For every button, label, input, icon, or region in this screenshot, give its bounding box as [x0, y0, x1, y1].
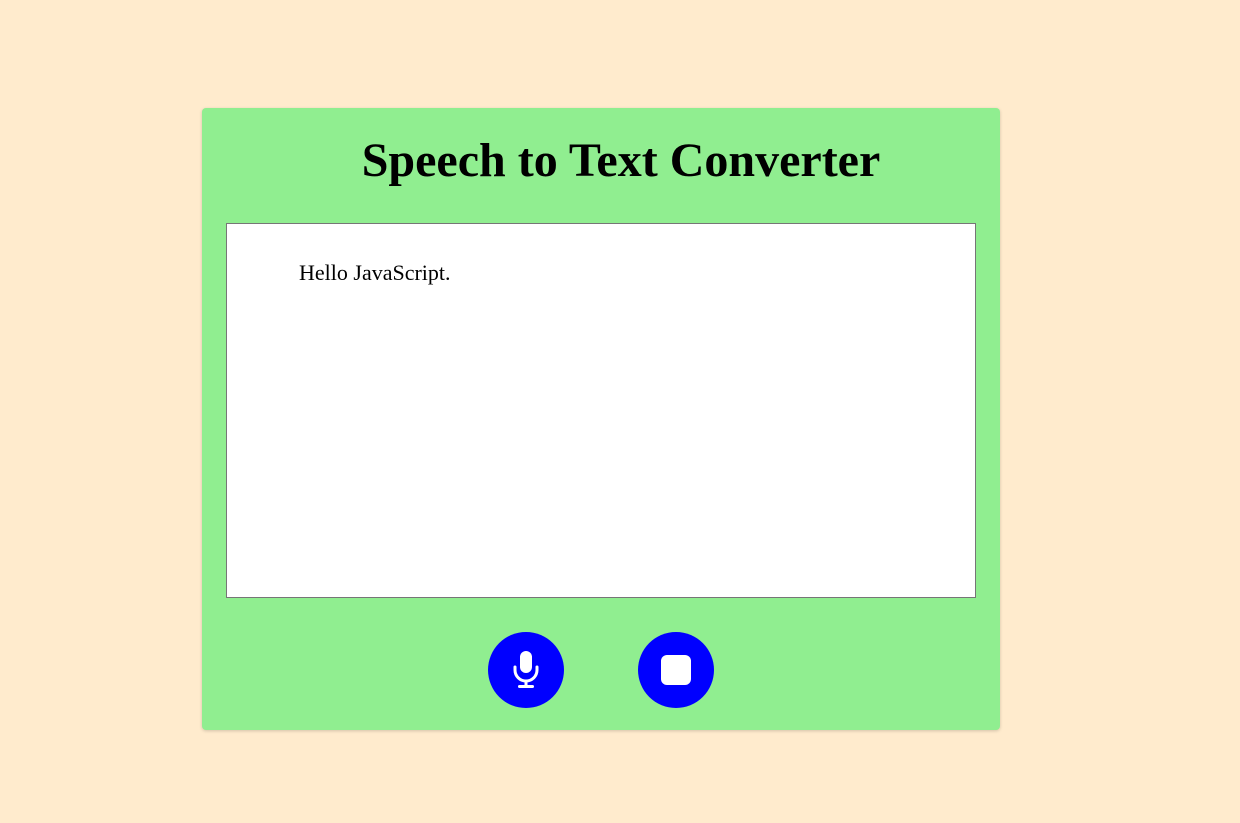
microphone-icon: [512, 650, 540, 690]
transcript-output-area[interactable]: Hello JavaScript.: [226, 223, 976, 598]
transcript-text: Hello JavaScript.: [299, 260, 451, 285]
start-recording-button[interactable]: [488, 632, 564, 708]
stop-recording-button[interactable]: [638, 632, 714, 708]
stop-icon: [660, 654, 692, 686]
page-title: Speech to Text Converter: [361, 134, 881, 187]
